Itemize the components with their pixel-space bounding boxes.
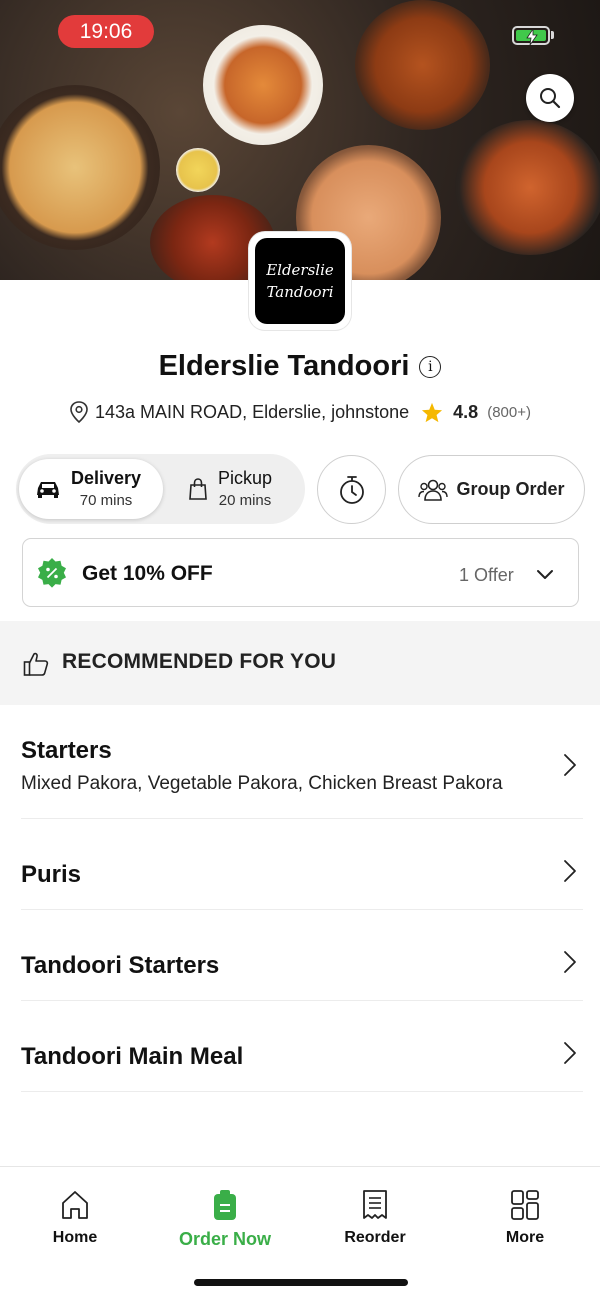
offer-title: Get 10% OFF [82,562,213,585]
nav-home[interactable]: Home [0,1189,150,1247]
pickup-label: Pickup [218,468,273,488]
address-row: 143a MAIN ROAD, Elderslie, johnstone 4.8… [0,401,600,423]
search-button[interactable] [526,74,574,122]
delivery-time: 70 mins [79,492,133,509]
chevron-right-icon [564,860,576,882]
delivery-label: Delivery [71,468,142,488]
chevron-down-icon [537,570,553,579]
discount-badge-icon [38,558,66,588]
nav-order-now-label: Order Now [178,1229,271,1249]
receipt-icon [363,1190,387,1219]
menu-section-name: Tandoori Starters [21,952,220,979]
chevron-right-icon [564,951,576,973]
offer-count: 1 Offer [459,565,514,585]
nav-more[interactable]: More [450,1189,600,1247]
status-time: 19:06 [58,15,154,48]
pizza-image [0,85,160,250]
group-order-button[interactable]: Group Order [398,455,585,524]
order-mode-toggle: Delivery 70 mins Pickup 20 mins [16,454,305,524]
shopping-bag-icon [189,478,207,500]
nav-reorder[interactable]: Reorder [300,1189,450,1247]
car-icon [37,482,59,498]
restaurant-address: 143a MAIN ROAD, Elderslie, johnstone [95,401,410,422]
battery-tip [551,31,554,39]
location-pin-icon [70,401,88,423]
sauce-bowl-image [176,148,220,192]
menu-section-tandoori-main-meal[interactable]: Tandoori Main Meal [21,1001,583,1092]
info-icon[interactable]: i [419,355,442,378]
home-indicator[interactable] [194,1279,408,1286]
group-order-label: Group Order [456,479,565,499]
search-icon [540,88,561,109]
restaurant-logo: Elderslie Tandoori [249,232,351,330]
battery-icon [512,26,550,45]
logo-line1: Elderslie [266,261,334,279]
pickup-time: 20 mins [218,492,272,509]
nav-home-label: Home [52,1229,98,1246]
prawns-image [455,120,600,255]
logo-line2: Tandoori [266,283,334,301]
chicken-image [355,0,490,130]
menu-section-starters[interactable]: Starters Mixed Pakora, Vegetable Pakora,… [21,705,583,819]
nav-order-now[interactable]: Order Now [150,1189,300,1250]
pickup-option[interactable]: Pickup 20 mins [176,459,301,519]
stopwatch-icon [339,475,364,504]
review-count: (800+) [487,403,531,421]
order-bag-icon [214,1190,236,1220]
nav-reorder-label: Reorder [344,1229,406,1246]
rating-value: 4.8 [453,401,479,422]
group-users-icon [418,479,449,501]
menu-section-name: Starters [21,737,112,764]
chevron-right-icon [564,1042,576,1064]
recommended-header: RECOMMENDED FOR YOU [0,621,600,705]
offer-card[interactable]: Get 10% OFF 1 Offer [22,538,579,607]
home-icon [62,1191,88,1219]
recommended-title: RECOMMENDED FOR YOU [62,650,337,673]
nav-more-label: More [505,1229,545,1246]
schedule-button[interactable] [317,455,386,524]
thumbs-up-icon [23,652,49,676]
grid-icon [511,1190,539,1220]
restaurant-name: Elderslie Tandoori [158,350,410,382]
menu-section-tandoori-starters[interactable]: Tandoori Starters [21,910,583,1001]
delivery-option[interactable]: Delivery 70 mins [19,459,163,519]
menu-section-puris[interactable]: Puris [21,819,583,910]
menu-section-name: Puris [21,861,82,888]
restaurant-title-row: Elderslie Tandoori i [0,350,600,383]
star-icon [422,402,443,422]
menu-section-description: Mixed Pakora, Vegetable Pakora, Chicken … [21,773,503,794]
shrimp-plate-image [203,25,323,145]
menu-section-name: Tandoori Main Meal [21,1043,244,1070]
chevron-right-icon [564,754,576,776]
